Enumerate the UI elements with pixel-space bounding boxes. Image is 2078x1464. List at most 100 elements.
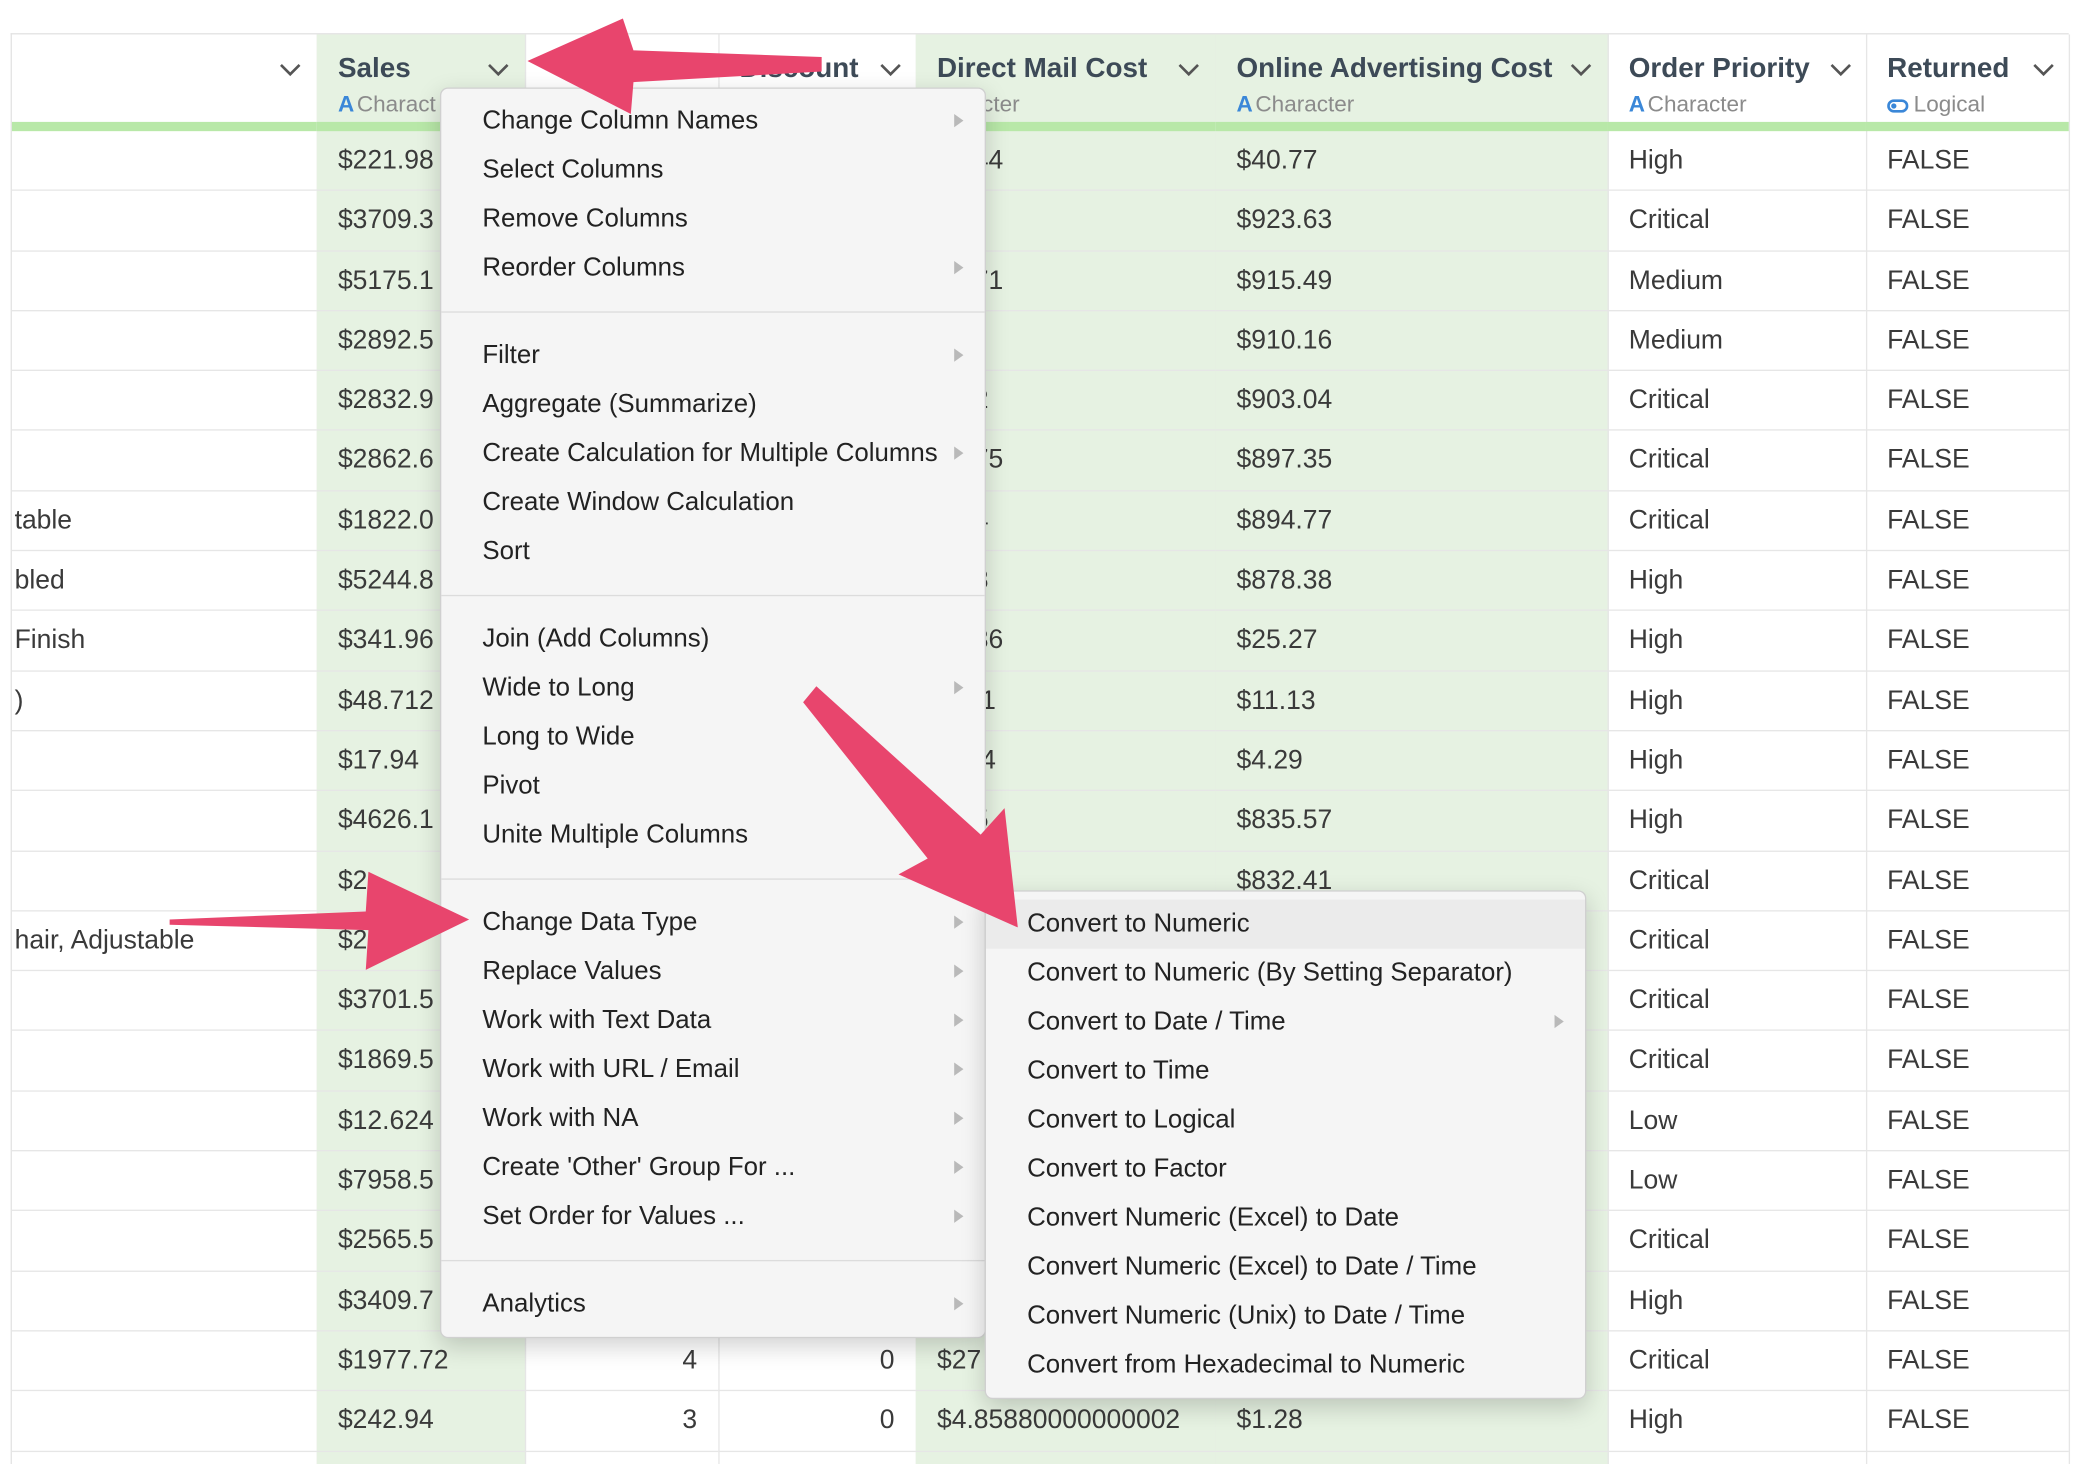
table-cell[interactable]: $835.57 — [1215, 791, 1608, 852]
table-cell[interactable]: Low — [1607, 1091, 1866, 1152]
table-cell[interactable] — [11, 1211, 317, 1272]
menu-item-replace-values[interactable]: Replace Values — [441, 947, 984, 996]
chevron-down-icon[interactable] — [485, 56, 512, 82]
table-cell[interactable]: FALSE — [1865, 431, 2069, 492]
table-cell[interactable]: FALSE — [1865, 611, 2069, 672]
table-cell[interactable] — [11, 1151, 317, 1212]
table-cell[interactable] — [11, 371, 317, 432]
table-cell[interactable]: FALSE — [1865, 1391, 2069, 1452]
menu-item-work-with-text-data[interactable]: Work with Text Data — [441, 996, 984, 1045]
table-cell[interactable] — [11, 1391, 317, 1452]
table-cell[interactable]: High — [1607, 551, 1866, 612]
table-cell[interactable]: FALSE — [1865, 191, 2069, 252]
table-cell[interactable] — [11, 251, 317, 312]
menu-item-pivot[interactable]: Pivot — [441, 762, 984, 811]
table-cell[interactable]: Critical — [1607, 971, 1866, 1032]
table-cell[interactable]: FALSE — [1865, 791, 2069, 852]
table-cell[interactable] — [11, 971, 317, 1032]
table-cell[interactable]: FALSE — [1865, 1091, 2069, 1152]
table-cell[interactable] — [11, 1331, 317, 1392]
table-cell[interactable]: FALSE — [1865, 1151, 2069, 1212]
submenu-item-convert-to-date-time[interactable]: Convert to Date / Time — [986, 998, 1585, 1047]
table-cell[interactable]: High — [1607, 731, 1866, 792]
menu-item-create-window-calculation[interactable]: Create Window Calculation — [441, 478, 984, 527]
submenu-item-convert-numeric-excel-to-date[interactable]: Convert Numeric (Excel) to Date — [986, 1194, 1585, 1243]
table-cell[interactable]: FALSE — [1865, 971, 2069, 1032]
table-cell[interactable]: FALSE — [1865, 251, 2069, 312]
table-cell[interactable]: $4.85880000000002 — [915, 1391, 1216, 1452]
table-cell[interactable]: High — [1607, 671, 1866, 732]
menu-item-aggregate-summarize[interactable]: Aggregate (Summarize) — [441, 380, 984, 429]
table-cell[interactable]: FALSE — [1865, 1331, 2069, 1392]
menu-item-sort[interactable]: Sort — [441, 527, 984, 576]
chevron-down-icon[interactable] — [1828, 56, 1855, 82]
table-cell[interactable]: 0 — [718, 1331, 916, 1392]
table-cell[interactable]: $40.77 — [1215, 131, 1608, 192]
table-cell[interactable]: Finish — [11, 611, 317, 672]
table-cell[interactable]: 4 — [524, 1331, 719, 1392]
submenu-item-convert-to-time[interactable]: Convert to Time — [986, 1047, 1585, 1096]
menu-item-set-order-for-values[interactable]: Set Order for Values ... — [441, 1192, 984, 1241]
table-cell[interactable]: table — [11, 491, 317, 552]
table-cell[interactable]: hair, Adjustable — [11, 911, 317, 972]
menu-item-unite-multiple-columns[interactable]: Unite Multiple Columns — [441, 811, 984, 860]
submenu-item-convert-to-factor[interactable]: Convert to Factor — [986, 1145, 1585, 1194]
menu-item-work-with-na[interactable]: Work with NA — [441, 1094, 984, 1143]
submenu-item-convert-numeric-excel-to-date-time[interactable]: Convert Numeric (Excel) to Date / Time — [986, 1243, 1585, 1292]
chevron-down-icon[interactable] — [1176, 56, 1203, 82]
table-cell[interactable]: FALSE — [1865, 731, 2069, 792]
table-cell[interactable]: FALSE — [1865, 311, 2069, 372]
submenu-item-convert-numeric-unix-to-date-time[interactable]: Convert Numeric (Unix) to Date / Time — [986, 1292, 1585, 1341]
table-cell[interactable]: FALSE — [1865, 551, 2069, 612]
menu-item-create-calculation-for-multiple-columns[interactable]: Create Calculation for Multiple Columns — [441, 429, 984, 478]
menu-item-wide-to-long[interactable]: Wide to Long — [441, 664, 984, 713]
table-cell[interactable]: High — [1607, 131, 1866, 192]
table-cell[interactable]: FALSE — [1865, 671, 2069, 732]
table-cell[interactable]: $915.49 — [1215, 251, 1608, 312]
menu-item-work-with-url-email[interactable]: Work with URL / Email — [441, 1045, 984, 1094]
table-cell[interactable]: $923.63 — [1215, 191, 1608, 252]
table-cell[interactable]: Critical — [1607, 1331, 1866, 1392]
table-cell[interactable]: FALSE — [1865, 911, 2069, 972]
table-cell[interactable]: $4.29 — [1215, 731, 1608, 792]
table-cell[interactable]: Critical — [1607, 191, 1866, 252]
chevron-down-icon[interactable] — [2030, 56, 2057, 82]
table-cell[interactable] — [11, 131, 317, 192]
column-header[interactable] — [12, 34, 317, 121]
table-cell[interactable]: Medium — [1607, 311, 1866, 372]
table-cell[interactable]: FALSE — [1865, 371, 2069, 432]
table-cell[interactable] — [11, 1031, 317, 1092]
table-cell[interactable]: $897.35 — [1215, 431, 1608, 492]
table-cell[interactable]: bled — [11, 551, 317, 612]
table-cell[interactable]: High — [1607, 1391, 1866, 1452]
menu-item-long-to-wide[interactable]: Long to Wide — [441, 713, 984, 762]
table-cell[interactable]: Critical — [1607, 371, 1866, 432]
chevron-down-icon[interactable] — [1568, 56, 1595, 82]
menu-item-create-other-group-for[interactable]: Create 'Other' Group For ... — [441, 1143, 984, 1192]
table-cell[interactable]: $11.13 — [1215, 671, 1608, 732]
table-cell[interactable]: $903.04 — [1215, 371, 1608, 432]
table-cell[interactable]: FALSE — [1865, 1211, 2069, 1272]
table-cell[interactable]: $1977.72 — [316, 1331, 525, 1392]
table-cell[interactable]: $910.16 — [1215, 311, 1608, 372]
menu-item-change-column-names[interactable]: Change Column Names — [441, 97, 984, 146]
table-cell[interactable] — [11, 851, 317, 912]
table-cell[interactable] — [11, 731, 317, 792]
submenu-item-convert-from-hexadecimal-to-numeric[interactable]: Convert from Hexadecimal to Numeric — [986, 1341, 1585, 1390]
table-cell[interactable]: Critical — [1607, 851, 1866, 912]
submenu-item-convert-to-logical[interactable]: Convert to Logical — [986, 1096, 1585, 1145]
table-cell[interactable]: Medium — [1607, 251, 1866, 312]
submenu-item-convert-to-numeric[interactable]: Convert to Numeric — [985, 899, 1586, 949]
table-cell[interactable] — [11, 191, 317, 252]
column-header[interactable]: Returned Logical — [1866, 34, 2069, 121]
table-cell[interactable]: $894.77 — [1215, 491, 1608, 552]
chevron-down-icon[interactable] — [877, 56, 904, 82]
table-cell[interactable]: 3 — [524, 1391, 719, 1452]
table-cell[interactable]: High — [1607, 791, 1866, 852]
table-cell[interactable]: High — [1607, 611, 1866, 672]
table-cell[interactable]: FALSE — [1865, 131, 2069, 192]
chevron-down-icon[interactable] — [277, 56, 304, 82]
table-cell[interactable] — [11, 791, 317, 852]
table-cell[interactable]: High — [1607, 1271, 1866, 1332]
menu-item-analytics[interactable]: Analytics — [441, 1280, 984, 1329]
